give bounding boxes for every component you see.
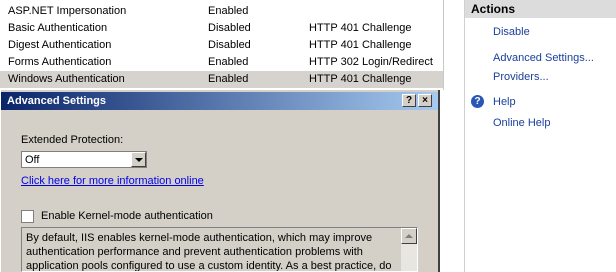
actions-header: Actions [465,0,616,18]
auth-status: Enabled [208,56,249,68]
list-item[interactable]: ASP.NET Impersonation Enabled [0,3,443,20]
authentication-list: ASP.NET Impersonation Enabled Basic Auth… [0,0,443,90]
providers-action[interactable]: Providers... [493,71,549,83]
extended-protection-label: Extended Protection: [21,134,124,146]
auth-name: Windows Authentication [8,73,125,85]
auth-name: Digest Authentication [8,39,112,51]
actions-pane: Actions Disable Advanced Settings... Pro… [464,0,616,272]
kernel-mode-checkbox[interactable] [21,210,34,223]
arrow-up-icon[interactable] [401,228,417,244]
advanced-settings-dialog: Advanced Settings ? × Extended Protectio… [0,90,440,272]
auth-response-type: HTTP 401 Challenge [309,73,412,85]
auth-status: Enabled [208,73,249,85]
auth-status: Disabled [208,39,251,51]
list-item[interactable]: Forms Authentication Enabled HTTP 302 Lo… [0,54,443,71]
auth-name: Basic Authentication [8,22,108,34]
help-button[interactable]: ? [402,94,416,107]
disable-action[interactable]: Disable [493,26,530,38]
list-item-selected[interactable]: Windows Authentication Enabled HTTP 401 … [0,71,443,88]
online-help-action[interactable]: Online Help [493,117,550,129]
auth-response-type: HTTP 401 Challenge [309,39,412,51]
dialog-title: Advanced Settings [7,95,107,107]
kernel-mode-label[interactable]: Enable Kernel-mode authentication [41,210,213,222]
auth-response-type: HTTP 401 Challenge [309,22,412,34]
help-icon: ? [471,95,484,108]
advanced-settings-action[interactable]: Advanced Settings... [493,52,594,64]
auth-status: Enabled [208,5,249,17]
list-item[interactable]: Digest Authentication Disabled HTTP 401 … [0,37,443,54]
close-button[interactable]: × [418,94,432,107]
help-action[interactable]: Help [493,96,516,108]
description-text: By default, IIS enables kernel-mode auth… [26,232,392,272]
auth-name: Forms Authentication [8,56,112,68]
chevron-down-icon[interactable] [131,152,146,167]
auth-response-type: HTTP 302 Login/Redirect [309,56,433,68]
pane-divider [443,0,444,90]
auth-name: ASP.NET Impersonation [8,5,127,17]
description-scrollbar[interactable] [401,228,417,271]
description-box: By default, IIS enables kernel-mode auth… [21,227,418,272]
more-info-link[interactable]: Click here for more information online [21,175,204,187]
dialog-titlebar[interactable]: Advanced Settings ? × [1,92,438,110]
list-item[interactable]: Basic Authentication Disabled HTTP 401 C… [0,20,443,37]
extended-protection-value: Off [25,154,40,166]
extended-protection-select[interactable]: Off [21,151,147,168]
auth-status: Disabled [208,22,251,34]
